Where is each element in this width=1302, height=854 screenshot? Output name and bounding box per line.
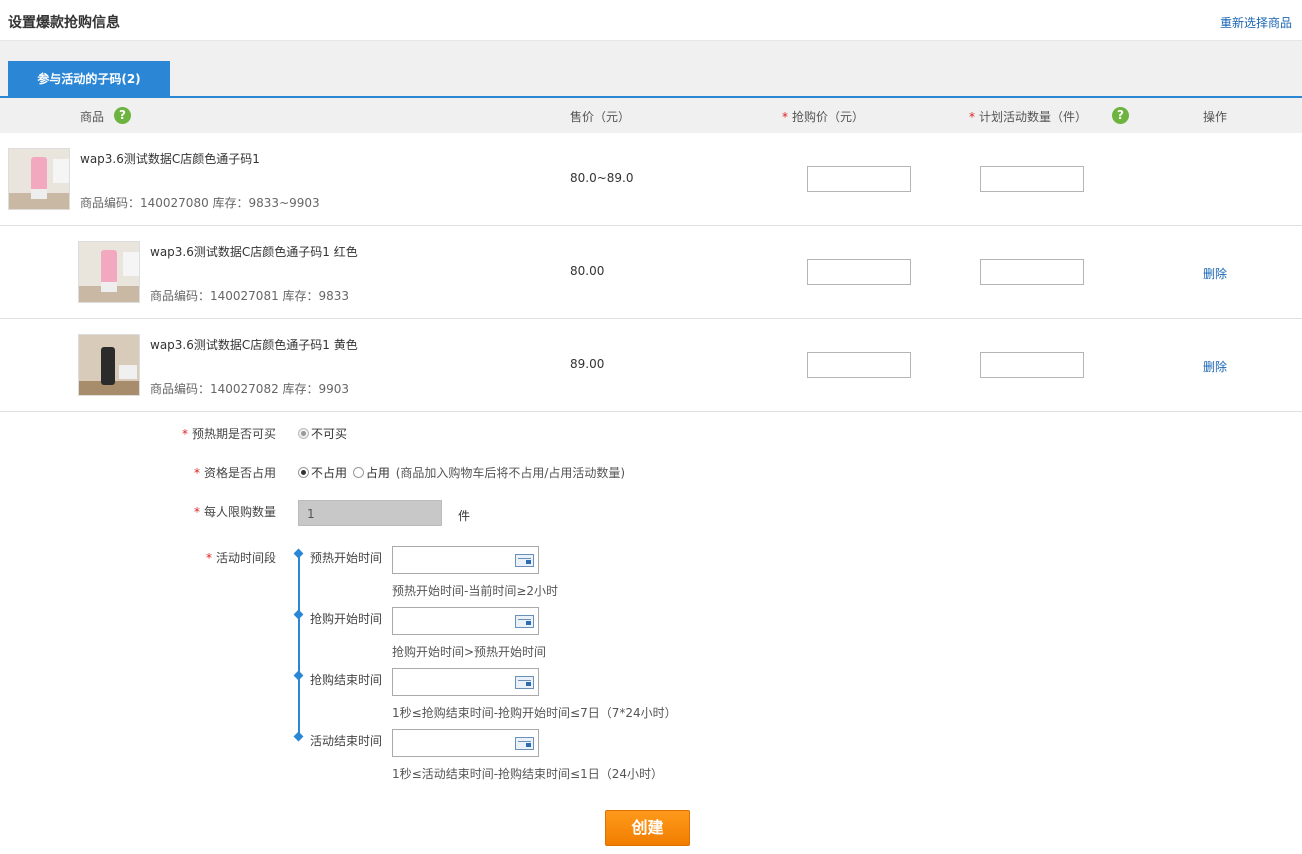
column-action: 操作 — [1203, 110, 1228, 124]
limit-quantity-field: 1 — [298, 500, 442, 526]
reselect-products-link[interactable]: 重新选择商品 — [1220, 14, 1292, 31]
product-thumbnail — [78, 334, 140, 396]
preheat-option-text: 不可买 — [311, 427, 348, 441]
required-mark: * — [182, 427, 188, 441]
activity-end-input[interactable] — [392, 729, 539, 757]
rush-start-input[interactable] — [392, 607, 539, 635]
product-meta: 商品编码：140027081 库存：9833 — [150, 289, 350, 303]
required-mark: * — [782, 110, 788, 124]
preheat-buy-label: * 预热期是否可买 — [182, 425, 276, 442]
rush-end-hint: 1秒≤抢购结束时间-抢购开始时间≤7日（7*24小时） — [392, 706, 677, 720]
product-thumbnail — [78, 241, 140, 303]
product-thumbnail — [8, 148, 70, 210]
rush-start-label: 抢购开始时间 — [310, 612, 383, 626]
rush-price-input[interactable] — [807, 352, 911, 378]
delete-link[interactable]: 删除 — [1203, 358, 1227, 375]
period-label: * 活动时间段 — [206, 549, 276, 566]
timeline-line — [298, 553, 300, 737]
product-name: wap3.6测试数据C店颜色通子码1 红色 — [150, 245, 358, 259]
required-mark: * — [206, 551, 212, 565]
rush-price-input[interactable] — [807, 259, 911, 285]
product-help-icon[interactable]: ? — [114, 107, 131, 124]
page-title: 设置爆款抢购信息 — [8, 15, 120, 31]
page-header: 设置爆款抢购信息 重新选择商品 — [0, 0, 1302, 41]
product-meta: 商品编码：140027082 库存：9903 — [150, 382, 350, 396]
occupy-radio[interactable] — [352, 467, 364, 478]
no-occupy-radio[interactable] — [298, 467, 309, 478]
activity-end-hint: 1秒≤活动结束时间-抢购结束时间≤1日（24小时） — [392, 767, 663, 781]
preheat-buy-label-text: 预热期是否可买 — [192, 427, 277, 441]
tab-participating-skus[interactable]: 参与活动的子码(2) — [8, 61, 170, 98]
quantity-input[interactable] — [980, 166, 1084, 192]
product-meta: 商品编码：140027080 库存：9833~9903 — [80, 196, 320, 210]
activity-end-label: 活动结束时间 — [310, 734, 383, 748]
rush-price-input[interactable] — [807, 166, 911, 192]
timeline-dot — [293, 609, 304, 620]
tab-bar: 参与活动的子码(2) — [0, 41, 1302, 98]
occupy-label: * 资格是否占用 — [194, 464, 276, 481]
limit-unit: 件 — [458, 509, 471, 523]
column-quantity-label: 计划活动数量（件） — [979, 110, 1088, 124]
product-name: wap3.6测试数据C店颜色通子码1 黄色 — [150, 338, 358, 352]
rush-end-input[interactable] — [392, 668, 539, 696]
calendar-icon[interactable] — [515, 737, 534, 750]
quantity-help-icon[interactable]: ? — [1112, 107, 1129, 124]
column-product: 商品 — [80, 110, 105, 124]
quantity-input[interactable] — [980, 352, 1084, 378]
product-price: 80.00 — [570, 264, 605, 278]
occupy-note: (商品加入购物车后将不占用/占用活动数量) — [395, 466, 626, 480]
required-mark: * — [194, 505, 200, 519]
timeline-dot — [293, 670, 304, 681]
rush-end-label: 抢购结束时间 — [310, 673, 383, 687]
occupy-option-text: 占用 — [365, 466, 390, 480]
product-name: wap3.6测试数据C店颜色通子码1 — [80, 152, 260, 166]
table-row: wap3.6测试数据C店颜色通子码1 商品编码：140027080 库存：983… — [0, 133, 1302, 226]
preheat-buy-option: 不可买 — [298, 425, 347, 442]
preheat-start-label: 预热开始时间 — [310, 551, 383, 565]
limit-label: * 每人限购数量 — [194, 503, 276, 520]
table-header: 商品 ? 售价（元） * 抢购价（元） * 计划活动数量（件） ? 操作 — [0, 98, 1302, 133]
quantity-input[interactable] — [980, 259, 1084, 285]
preheat-start-hint: 预热开始时间-当前时间≥2小时 — [392, 584, 559, 598]
required-mark: * — [194, 466, 200, 480]
occupy-options: 不占用 占用 (商品加入购物车后将不占用/占用活动数量) — [298, 464, 625, 481]
limit-label-text: 每人限购数量 — [204, 505, 277, 519]
product-price: 80.0~89.0 — [570, 171, 634, 185]
occupy-label-text: 资格是否占用 — [204, 466, 277, 480]
column-rush-price: * 抢购价（元） — [782, 108, 864, 125]
calendar-icon[interactable] — [515, 615, 534, 628]
table-row: wap3.6测试数据C店颜色通子码1 黄色 商品编码：140027082 库存：… — [0, 319, 1302, 412]
rush-start-hint: 抢购开始时间>预热开始时间 — [392, 645, 547, 659]
table-row: wap3.6测试数据C店颜色通子码1 红色 商品编码：140027081 库存：… — [0, 226, 1302, 319]
required-mark: * — [969, 110, 975, 124]
no-occupy-option-text: 不占用 — [311, 466, 348, 480]
preheat-start-input[interactable] — [392, 546, 539, 574]
create-button[interactable]: 创建 — [605, 810, 690, 846]
delete-link[interactable]: 删除 — [1203, 265, 1227, 282]
product-price: 89.00 — [570, 357, 605, 371]
calendar-icon[interactable] — [515, 676, 534, 689]
preheat-radio — [298, 428, 309, 439]
period-label-text: 活动时间段 — [216, 551, 277, 565]
calendar-icon[interactable] — [515, 554, 534, 567]
column-quantity: * 计划活动数量（件） — [969, 108, 1087, 125]
timeline-dot — [293, 731, 304, 742]
column-price: 售价（元） — [570, 110, 631, 124]
timeline-dot — [293, 548, 304, 559]
column-rush-price-label: 抢购价（元） — [792, 110, 865, 124]
